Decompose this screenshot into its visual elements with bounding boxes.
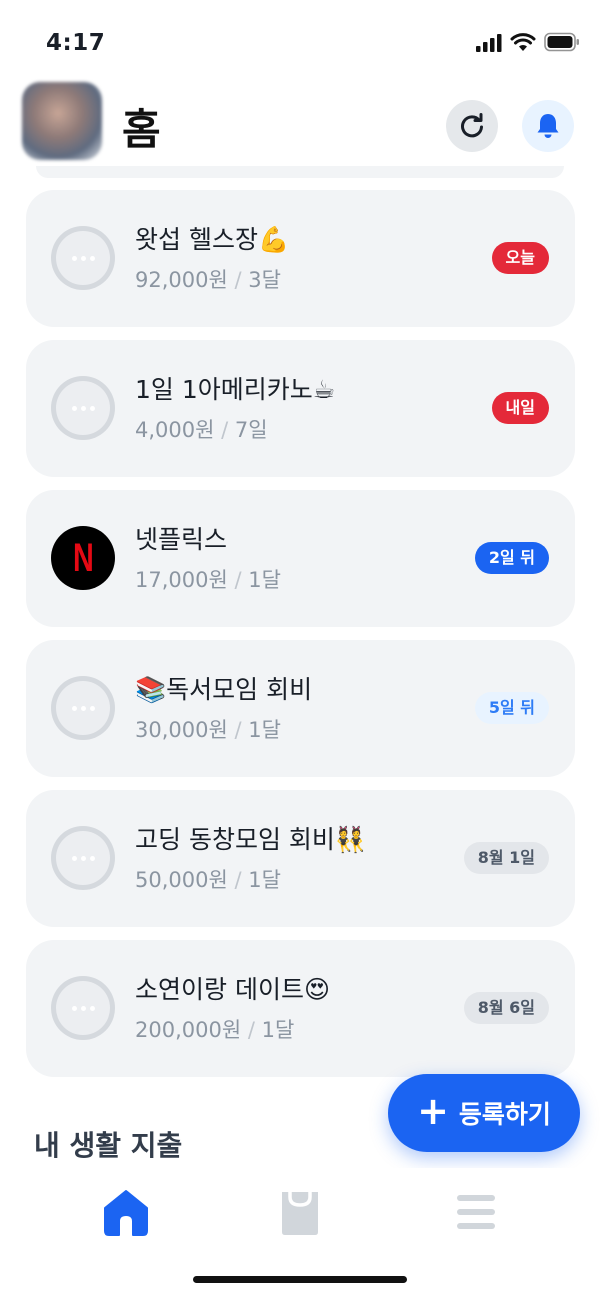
subscription-list: 왓섭 헬스장💪 92,000원 / 3달 오늘 1일 1아메리카노☕ 4,000… bbox=[26, 190, 575, 1090]
menu-icon bbox=[457, 1195, 495, 1229]
subscription-meta: 30,000원 / 1달 bbox=[135, 714, 281, 744]
subscription-meta: 50,000원 / 1달 bbox=[135, 864, 281, 894]
separator: / bbox=[234, 568, 249, 592]
due-badge: 오늘 bbox=[491, 242, 549, 274]
subscription-cycle: 1달 bbox=[248, 868, 281, 892]
status-bar: 4:17 bbox=[0, 0, 600, 88]
subscription-price: 4,000원 bbox=[135, 418, 215, 442]
register-button[interactable]: + 등록하기 bbox=[388, 1074, 580, 1152]
due-badge: 8월 1일 bbox=[463, 842, 549, 874]
subscription-card[interactable]: 고딩 동창모임 회비👯 50,000원 / 1달 8월 1일 bbox=[26, 790, 575, 927]
subscription-cycle: 1달 bbox=[248, 568, 281, 592]
more-dots-icon bbox=[51, 376, 115, 440]
plus-icon: + bbox=[417, 1089, 449, 1133]
subscription-cycle: 1달 bbox=[261, 1018, 295, 1042]
subscription-card[interactable]: 소연이랑 데이트😍 200,000원 / 1달 8월 6일 bbox=[26, 940, 575, 1077]
subscription-meta: 17,000원 / 1달 bbox=[135, 564, 281, 594]
subscription-price: 50,000원 bbox=[135, 868, 228, 892]
previous-card-edge bbox=[36, 166, 564, 178]
status-time: 4:17 bbox=[46, 30, 106, 56]
section-title: 내 생활 지출 bbox=[34, 1129, 183, 1162]
due-badge: 5일 뒤 bbox=[474, 692, 549, 724]
subscription-cycle: 3달 bbox=[248, 268, 281, 292]
subscription-price: 92,000원 bbox=[135, 268, 228, 292]
wifi-icon bbox=[510, 33, 536, 51]
subscription-meta: 92,000원 / 3달 bbox=[135, 264, 281, 294]
subscription-meta: 200,000원 / 1달 bbox=[135, 1014, 294, 1044]
due-badge: 8월 6일 bbox=[463, 992, 549, 1024]
separator: / bbox=[234, 718, 249, 742]
subscription-card[interactable]: 왓섭 헬스장💪 92,000원 / 3달 오늘 bbox=[26, 190, 575, 327]
battery-icon bbox=[544, 32, 579, 52]
more-dots-icon bbox=[51, 976, 115, 1040]
subscription-price: 17,000원 bbox=[135, 568, 228, 592]
separator: / bbox=[221, 418, 235, 442]
separator: / bbox=[234, 868, 249, 892]
subscription-meta: 4,000원 / 7일 bbox=[135, 414, 268, 444]
subscription-card[interactable]: 📚독서모임 회비 30,000원 / 1달 5일 뒤 bbox=[26, 640, 575, 777]
shopping-bag-icon bbox=[282, 1190, 318, 1235]
more-dots-icon bbox=[51, 826, 115, 890]
nav-home[interactable] bbox=[96, 1184, 156, 1240]
subscription-name: 왓섭 헬스장💪 bbox=[135, 225, 290, 254]
subscription-name: 📚독서모임 회비 bbox=[135, 675, 313, 704]
netflix-logo-letter: N bbox=[72, 536, 94, 580]
notification-button[interactable] bbox=[522, 100, 574, 152]
avatar[interactable] bbox=[22, 82, 102, 160]
home-icon bbox=[104, 1190, 148, 1236]
due-badge: 내일 bbox=[491, 392, 549, 424]
separator: / bbox=[247, 1018, 262, 1042]
subscription-name: 소연이랑 데이트😍 bbox=[135, 975, 331, 1004]
bell-icon bbox=[537, 114, 559, 138]
subscription-card[interactable]: 1일 1아메리카노☕ 4,000원 / 7일 내일 bbox=[26, 340, 575, 477]
header: 홈 bbox=[0, 82, 600, 176]
refresh-button[interactable] bbox=[446, 100, 498, 152]
netflix-logo: N bbox=[51, 526, 115, 590]
nav-menu[interactable] bbox=[446, 1184, 506, 1240]
subscription-cycle: 7일 bbox=[234, 418, 268, 442]
subscription-card[interactable]: N 넷플릭스 17,000원 / 1달 2일 뒤 bbox=[26, 490, 575, 627]
more-dots-icon bbox=[51, 226, 115, 290]
home-indicator bbox=[193, 1276, 407, 1283]
subscription-cycle: 1달 bbox=[248, 718, 281, 742]
nav-shopping[interactable] bbox=[270, 1184, 330, 1240]
separator: / bbox=[234, 268, 249, 292]
more-dots-icon bbox=[51, 676, 115, 740]
register-button-label: 등록하기 bbox=[458, 1100, 551, 1129]
page-title: 홈 bbox=[122, 105, 161, 154]
due-badge: 2일 뒤 bbox=[474, 542, 549, 574]
signal-icon bbox=[476, 34, 502, 52]
subscription-name: 1일 1아메리카노☕ bbox=[135, 375, 336, 404]
subscription-name: 넷플릭스 bbox=[135, 525, 228, 554]
subscription-price: 200,000원 bbox=[135, 1018, 242, 1042]
bottom-nav bbox=[0, 1168, 600, 1299]
refresh-icon bbox=[461, 113, 483, 138]
subscription-price: 30,000원 bbox=[135, 718, 228, 742]
subscription-name: 고딩 동창모임 회비👯 bbox=[135, 825, 367, 854]
